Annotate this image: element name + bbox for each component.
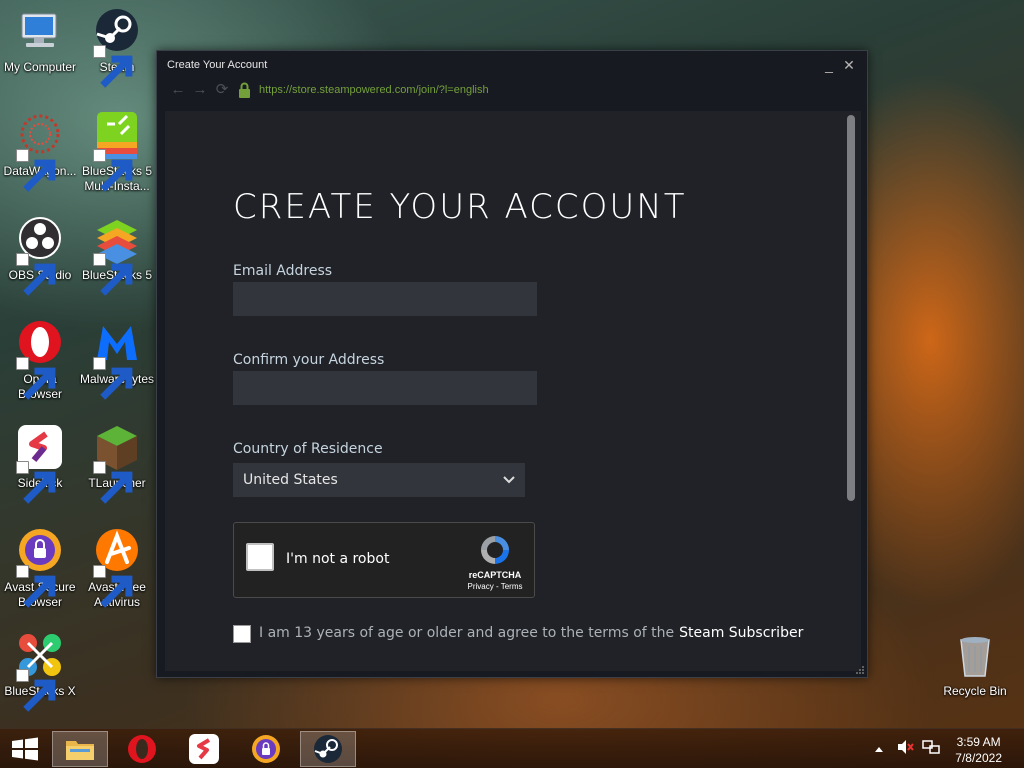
recaptcha-widget: I'm not a robot reCAPTCHA Privacy - Term… [233,522,535,598]
age-agreement-text: I am 13 years of age or older and agree … [259,625,675,641]
confirm-email-field[interactable] [233,371,537,405]
steam-create-account-window: Create Your Account _ ✕ ← → ⟳ https://st… [156,50,868,678]
taskbar-steam[interactable] [300,731,356,767]
obs-icon [16,216,64,296]
recaptcha-brand: reCAPTCHA [468,570,522,580]
desktop-icon-avast-secure-browser[interactable]: Avast Secure Browser [0,528,80,610]
shortcut-arrow-icon [16,461,56,504]
desktop-icon-opera[interactable]: Opera Browser [0,320,80,402]
desktop-icon-malwarebytes[interactable]: Malwarebytes [77,320,157,400]
window-titlebar[interactable]: Create Your Account _ ✕ [157,51,867,79]
taskbar-sidekick[interactable] [176,731,232,767]
shortcut-arrow-icon [93,357,133,400]
datawagon-icon [16,112,64,192]
shortcut-arrow-icon [16,357,56,400]
age-agreement: I am 13 years of age or older and agree … [233,625,803,643]
subscriber-agreement-link[interactable]: Steam Subscriber [679,625,803,641]
sidekick-icon [189,734,219,764]
steam-icon [314,735,342,763]
shortcut-arrow-icon [93,253,133,296]
folder-icon [66,741,94,760]
sidekick-icon [16,424,64,504]
desktop-icon-recycle-bin[interactable]: Recycle Bin [935,632,1015,699]
opera-icon [16,320,64,400]
url-text[interactable]: https://store.steampowered.com/join/?l=e… [259,84,489,96]
network-icon[interactable] [922,739,940,760]
clock-time: 3:59 AM [956,735,1001,749]
recaptcha-label: I'm not a robot [286,551,390,567]
desktop-icon-bluestacks-5[interactable]: BlueStacks 5 [77,216,157,296]
country-select[interactable]: United States [233,463,525,497]
system-tray [874,729,940,768]
recaptcha-checkbox[interactable] [246,543,274,571]
windows-logo-icon [12,737,38,761]
desktop-icon-steam[interactable]: Steam [77,8,157,88]
taskbar: 3:59 AM 7/8/2022 [0,728,1024,768]
shortcut-arrow-icon [16,149,56,192]
reload-icon[interactable]: ⟳ [211,81,233,99]
shortcut-arrow-icon [93,149,133,192]
email-label: Email Address [233,263,333,279]
recaptcha-privacy-terms[interactable]: Privacy - Terms [454,582,536,591]
back-icon[interactable]: ← [167,81,189,99]
malwarebytes-icon [93,320,141,400]
desktop-icon-datawagon[interactable]: DataWagon... [0,112,80,192]
shortcut-arrow-icon [16,669,56,712]
opera-icon [128,735,156,763]
avast-secure-browser-icon [16,528,64,608]
start-button[interactable] [8,735,42,763]
shortcut-arrow-icon [16,253,56,296]
avast-secure-browser-icon [252,735,280,763]
window-title: Create Your Account [167,59,268,71]
shortcut-arrow-icon [93,461,133,504]
chevron-down-icon [503,474,515,487]
desktop-icon-bluestacks-x[interactable]: BlueStacks X [0,632,80,712]
taskbar-clock[interactable]: 3:59 AM 7/8/2022 [955,734,1002,766]
show-hidden-icons-chevron-icon[interactable] [874,740,888,758]
volume-muted-icon[interactable] [896,739,916,760]
forward-icon[interactable]: → [189,81,211,99]
shortcut-arrow-icon [93,565,133,608]
bluestacks-x-icon [16,632,64,712]
taskbar-opera[interactable] [114,731,170,767]
scrollbar-thumb[interactable] [847,115,855,501]
shortcut-arrow-icon [93,45,133,88]
desktop-icon-tlauncher[interactable]: TLauncher [77,424,157,504]
email-field[interactable] [233,282,537,316]
tlauncher-icon [93,424,141,504]
desktop-icon-label: My Computer [3,60,77,74]
country-selected-value: United States [243,472,338,488]
steam-icon [93,8,141,88]
navigation-bar: ← → ⟳ https://store.steampowered.com/joi… [157,79,867,101]
desktop-icon-label: Recycle Bin [943,684,1007,698]
shortcut-arrow-icon [16,565,56,608]
avast-antivirus-icon [93,528,141,608]
desktop-icon-bluestacks-multi-instance[interactable]: BlueStacks 5 Multi-Insta... [77,112,157,194]
desktop-icon-avast-free-antivirus[interactable]: Avast Free Antivirus [77,528,157,610]
confirm-email-label: Confirm your Address [233,352,385,368]
close-button[interactable]: ✕ [841,57,857,74]
clock-date: 7/8/2022 [955,751,1002,765]
page-content: CREATE YOUR ACCOUNT Email Address Confir… [165,111,861,671]
country-label: Country of Residence [233,441,383,457]
taskbar-avast-secure-browser[interactable] [238,731,294,767]
age-agreement-checkbox[interactable] [233,625,251,643]
recycle-bin-icon [951,632,999,680]
lock-icon [233,81,255,99]
resize-grip-icon[interactable] [855,665,865,675]
page-title: CREATE YOUR ACCOUNT [233,187,687,227]
desktop-icon-my-computer[interactable]: My Computer [0,8,80,75]
desktop-icon-sidekick[interactable]: Sidekick [0,424,80,504]
minimize-button[interactable]: _ [821,57,837,73]
bluestacks-5-icon [93,216,141,296]
recaptcha-icon [478,533,512,567]
computer-icon [16,8,64,56]
desktop-icon-obs-studio[interactable]: OBS Studio [0,216,80,296]
taskbar-file-explorer[interactable] [52,731,108,767]
bluestacks-multi-instance-icon [93,112,141,192]
scrollbar[interactable] [846,115,856,663]
